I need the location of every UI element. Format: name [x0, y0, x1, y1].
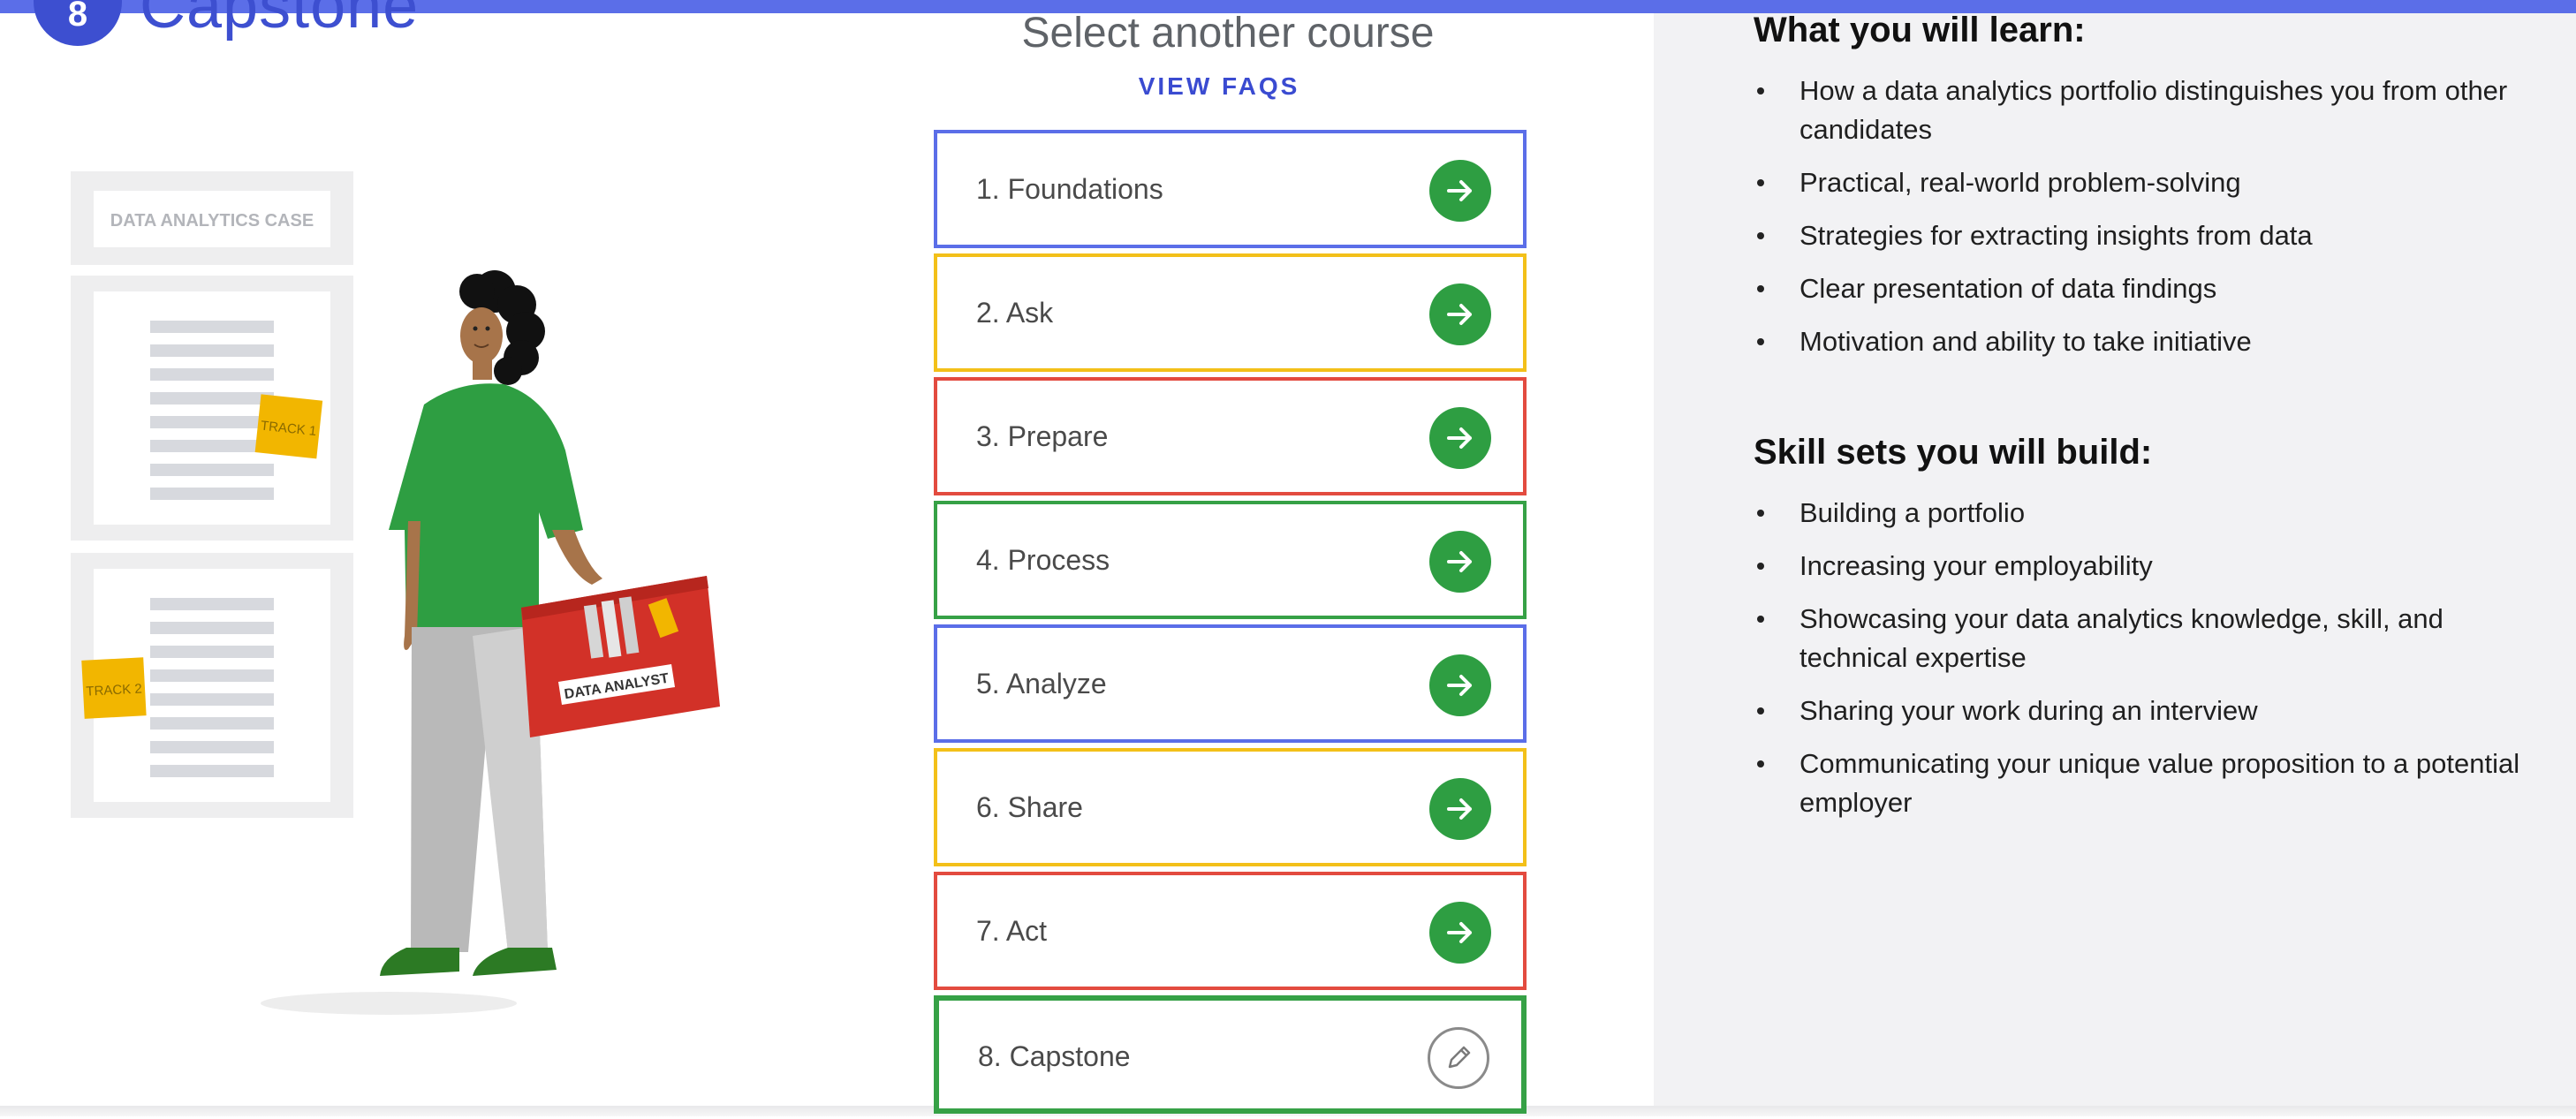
bullet [1757, 179, 1764, 186]
list-item: Increasing your employability [1754, 547, 2531, 586]
list-item-text: How a data analytics portfolio distingui… [1799, 75, 2508, 145]
list-item: Building a portfolio [1754, 494, 2531, 533]
bullet [1757, 707, 1764, 714]
course-card-ask[interactable]: 2. Ask [934, 253, 1527, 372]
bullet [1757, 338, 1764, 345]
course-label: 2. Ask [976, 297, 1054, 329]
arrow-right-icon[interactable] [1429, 160, 1491, 222]
course-label: 6. Share [976, 791, 1083, 823]
page-title: Select another course [1021, 10, 1435, 57]
arrow-right-icon[interactable] [1429, 407, 1491, 469]
arrow-right-icon[interactable] [1429, 902, 1491, 964]
list-item: Sharing your work during an interview [1754, 692, 2531, 730]
course-label: 3. Prepare [976, 420, 1109, 452]
arrow-right-icon[interactable] [1429, 284, 1491, 345]
course-card-foundations[interactable]: 1. Foundations [934, 130, 1527, 248]
sticky-note-2: TRACK 2 [86, 681, 142, 699]
case-label: DATA ANALYTICS CASE [110, 211, 314, 231]
list-item-text: Clear presentation of data findings [1799, 273, 2217, 304]
list-item-text: Communicating your unique value proposit… [1799, 748, 2520, 818]
skills-section: Skill sets you will build: Building a po… [1754, 433, 2531, 836]
bullet [1757, 285, 1764, 292]
course-label: 7. Act [976, 915, 1048, 947]
course-title-logo: Capstone [140, 0, 420, 42]
course-label: 8. Capstone [978, 1040, 1131, 1072]
view-faqs-link[interactable]: VIEW FAQS [936, 72, 1502, 101]
course-card-act[interactable]: 7. Act [934, 872, 1527, 990]
course-card-share[interactable]: 6. Share [934, 748, 1527, 866]
arrow-right-icon[interactable] [1429, 778, 1491, 840]
bullet [1757, 760, 1764, 767]
arrow-right-icon[interactable] [1429, 654, 1491, 716]
list-item: Communicating your unique value proposit… [1754, 745, 2531, 822]
bullet [1757, 87, 1764, 95]
bullet [1757, 616, 1764, 623]
list-item: Motivation and ability to take initiativ… [1754, 322, 2531, 361]
course-label: 4. Process [976, 544, 1110, 576]
bullet [1757, 510, 1764, 517]
course-list: 1. Foundations 2. Ask 3. Prepare 4. Proc… [934, 130, 1527, 1119]
list-item-text: Strategies for extracting insights from … [1799, 220, 2313, 251]
skills-list: Building a portfolio Increasing your emp… [1754, 494, 2531, 822]
list-item: Clear presentation of data findings [1754, 269, 2531, 308]
list-item-text: Building a portfolio [1799, 497, 2026, 528]
arrow-right-icon[interactable] [1429, 531, 1491, 593]
list-item: How a data analytics portfolio distingui… [1754, 72, 2531, 149]
list-item: Practical, real-world problem-solving [1754, 163, 2531, 202]
learn-list: How a data analytics portfolio distingui… [1754, 72, 2531, 361]
list-item-text: Showcasing your data analytics knowledge… [1799, 603, 2443, 673]
course-card-prepare[interactable]: 3. Prepare [934, 377, 1527, 495]
list-item-text: Practical, real-world problem-solving [1799, 167, 2241, 198]
list-item: Strategies for extracting insights from … [1754, 216, 2531, 255]
learn-heading: What you will learn: [1754, 11, 2086, 49]
course-label: 1. Foundations [976, 173, 1163, 205]
skills-heading: Skill sets you will build: [1754, 433, 2153, 472]
course-label: 5. Analyze [976, 668, 1107, 699]
bullet [1757, 563, 1764, 570]
bullet [1757, 232, 1764, 239]
course-card-process[interactable]: 4. Process [934, 501, 1527, 619]
data-analyst-illustration: DATA ANALYTICS CASE TRACK 1 TRACK 2 DATA… [71, 171, 720, 1015]
pencil-icon[interactable] [1428, 1027, 1489, 1089]
course-card-capstone[interactable]: 8. Capstone [934, 995, 1527, 1114]
course-card-analyze[interactable]: 5. Analyze [934, 624, 1527, 743]
learn-section: What you will learn: How a data analytic… [1754, 11, 2531, 375]
list-item-text: Motivation and ability to take initiativ… [1799, 326, 2252, 357]
list-item-text: Increasing your employability [1799, 550, 2153, 581]
list-item: Showcasing your data analytics knowledge… [1754, 600, 2531, 677]
list-item-text: Sharing your work during an interview [1799, 695, 2258, 726]
